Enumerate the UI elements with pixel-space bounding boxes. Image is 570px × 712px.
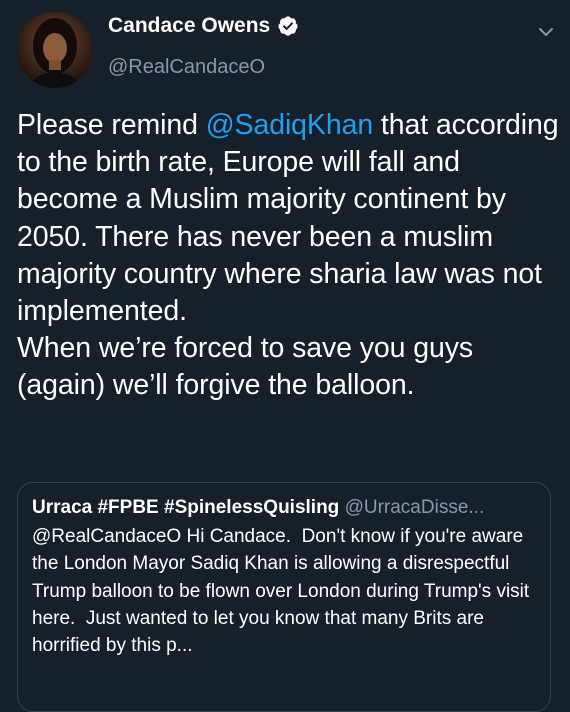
quoted-author-handle: @UrracaDisse... <box>344 497 485 518</box>
author-handle[interactable]: @RealCandaceO <box>108 56 265 79</box>
tweet-text-part: Please remind <box>17 109 206 141</box>
verified-badge-icon <box>278 16 298 36</box>
tweet-text: Please remind @SadiqKhan that according … <box>17 107 562 405</box>
quoted-tweet[interactable]: Urraca #FPBE #SpinelessQuisling @UrracaD… <box>17 482 551 712</box>
quoted-tweet-header: Urraca #FPBE #SpinelessQuisling @UrracaD… <box>32 495 538 521</box>
author-name-text[interactable]: Candace Owens <box>108 14 270 38</box>
quoted-tweet-text: @RealCandaceO Hi Candace. Don't know if … <box>32 526 535 657</box>
author-name[interactable]: Candace Owens <box>108 14 299 38</box>
mention-link[interactable]: @SadiqKhan <box>206 109 373 141</box>
avatar[interactable] <box>17 12 93 88</box>
chevron-down-icon[interactable] <box>536 22 556 42</box>
tweet-card: Candace Owens @RealCandaceO Please remin… <box>0 0 570 712</box>
tweet-text-part: that according to the birth rate, Europe… <box>17 109 559 402</box>
quoted-author-name: Urraca #FPBE #SpinelessQuisling <box>32 497 340 518</box>
